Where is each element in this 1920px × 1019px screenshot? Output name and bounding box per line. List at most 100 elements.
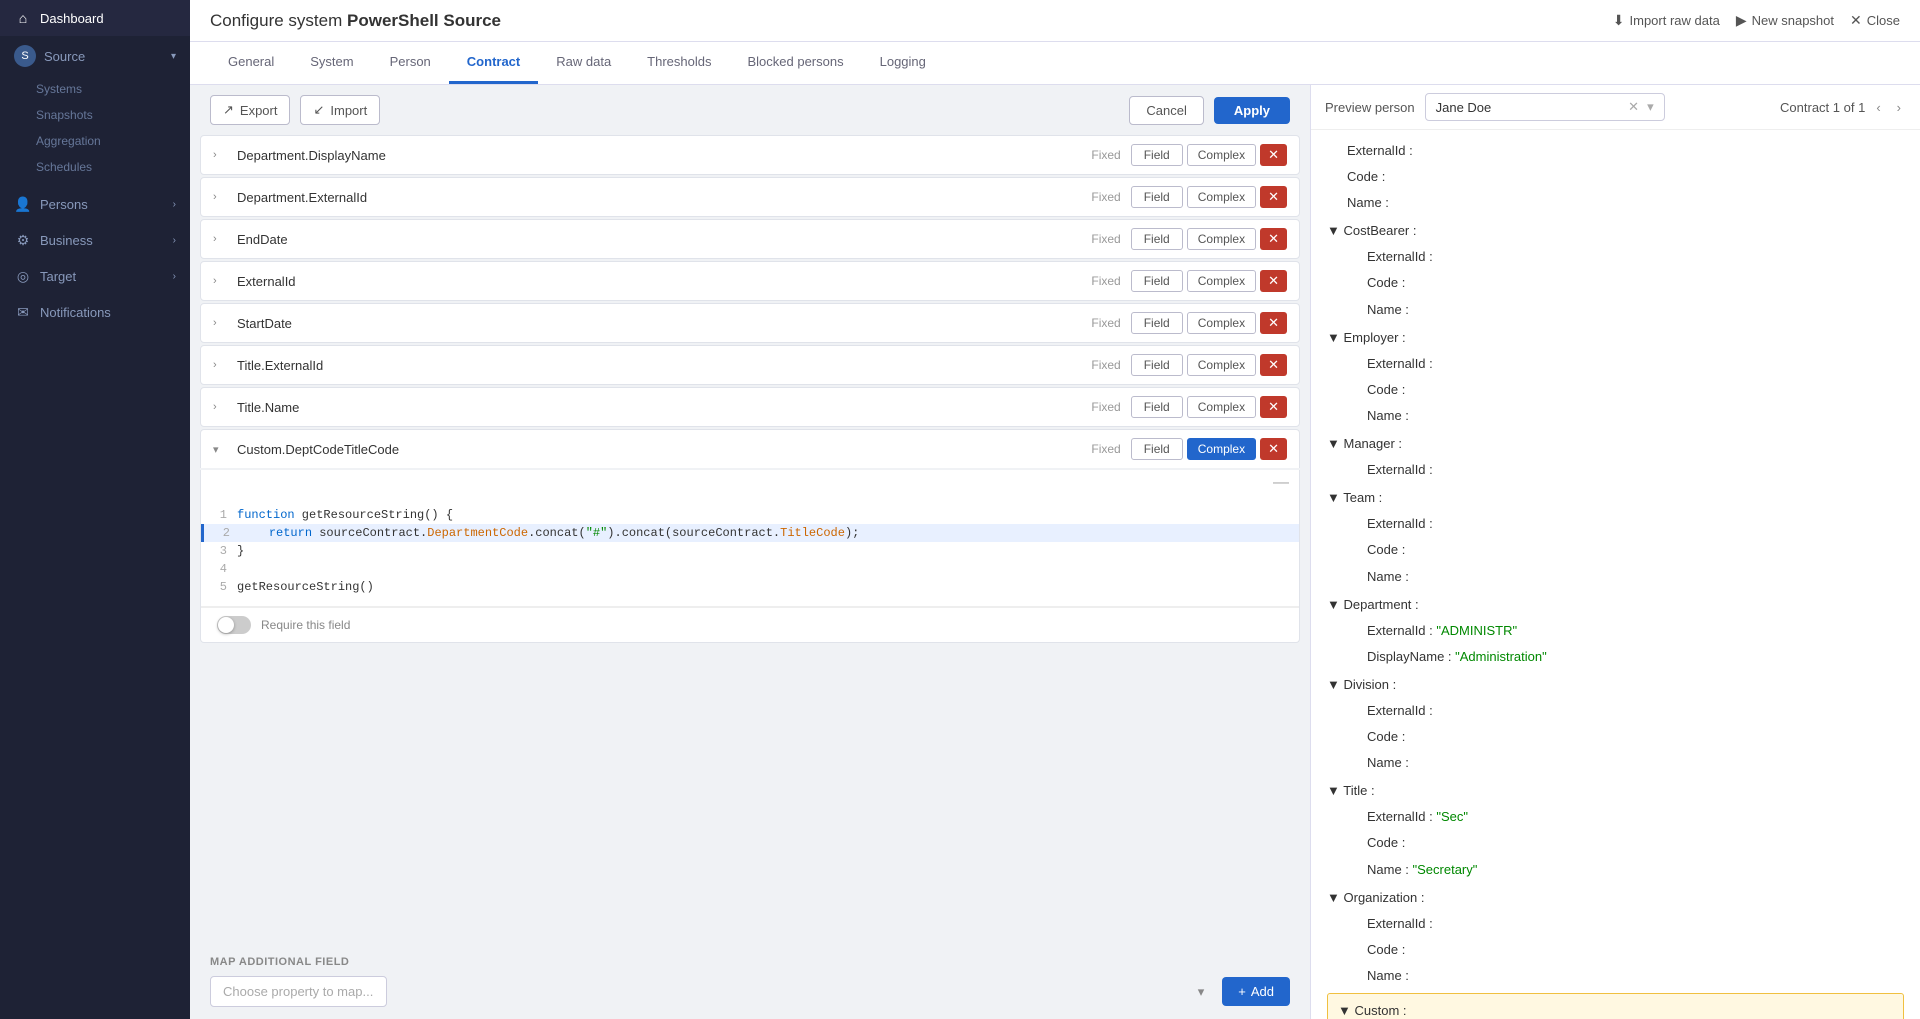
map-property-select[interactable]: Choose property to map... <box>210 976 387 1007</box>
import-raw-button[interactable]: ⬇ Import raw data <box>1613 12 1720 29</box>
btn-delete[interactable]: ✕ <box>1260 438 1287 460</box>
tree-toggle-icon: ▼ <box>1327 436 1340 451</box>
left-panel: ↗ Export ↙ Import Cancel Apply › Departm… <box>190 85 1310 1019</box>
sidebar-item-dashboard[interactable]: ⌂ Dashboard <box>0 0 190 36</box>
sidebar-item-source[interactable]: S Source ▾ <box>0 36 190 76</box>
preview-person-input[interactable]: Jane Doe ✕ ▾ <box>1425 93 1665 121</box>
chevron-icon: › <box>213 401 229 413</box>
home-icon: ⌂ <box>14 9 32 27</box>
code-line-2: 2 return sourceContract.DepartmentCode.c… <box>201 524 1299 542</box>
contract-prev-icon[interactable]: ‹ <box>1871 98 1885 117</box>
tree-toggle-icon: ▼ <box>1327 677 1340 692</box>
field-row-title-name[interactable]: › Title.Name Fixed Field Complex ✕ <box>200 387 1300 427</box>
tree-section-costbearer: ▼ CostBearer : ExternalId : Code : Name … <box>1327 218 1904 322</box>
btn-complex-active[interactable]: Complex <box>1187 438 1256 460</box>
tab-blocked[interactable]: Blocked persons <box>729 42 861 84</box>
tree-section-header[interactable]: ▼ Team : <box>1327 485 1904 511</box>
field-row-dept-externalid[interactable]: › Department.ExternalId Fixed Field Comp… <box>200 177 1300 217</box>
tree-section-department: ▼ Department : ExternalId : "ADMINISTR" … <box>1327 592 1904 670</box>
tab-person[interactable]: Person <box>372 42 449 84</box>
btn-complex[interactable]: Complex <box>1187 396 1256 418</box>
contract-next-icon[interactable]: › <box>1892 98 1906 117</box>
btn-complex[interactable]: Complex <box>1187 354 1256 376</box>
field-row-title-externalid[interactable]: › Title.ExternalId Fixed Field Complex ✕ <box>200 345 1300 385</box>
sidebar-item-target[interactable]: ◎ Target › <box>0 258 190 294</box>
btn-complex[interactable]: Complex <box>1187 312 1256 334</box>
tree-section-header[interactable]: ▼ Title : <box>1327 778 1904 804</box>
btn-field[interactable]: Field <box>1131 186 1183 208</box>
btn-delete[interactable]: ✕ <box>1260 312 1287 334</box>
code-editor[interactable]: 1 function getResourceString() { 2 retur… <box>201 496 1299 606</box>
tab-thresholds[interactable]: Thresholds <box>629 42 729 84</box>
btn-complex[interactable]: Complex <box>1187 270 1256 292</box>
export-button[interactable]: ↗ Export <box>210 95 290 125</box>
header-actions: ⬇ Import raw data ▶ New snapshot ✕ Close <box>1613 12 1900 29</box>
code-minimize-icon[interactable]: — <box>1273 474 1289 492</box>
tree-section-team: ▼ Team : ExternalId : Code : Name : <box>1327 485 1904 589</box>
tree-section-header[interactable]: ▼ Employer : <box>1327 325 1904 351</box>
btn-field[interactable]: Field <box>1131 396 1183 418</box>
btn-complex[interactable]: Complex <box>1187 186 1256 208</box>
sidebar-item-persons[interactable]: 👤 Persons › <box>0 186 190 222</box>
sidebar-item-notifications[interactable]: ✉ Notifications <box>0 294 190 330</box>
btn-field[interactable]: Field <box>1131 228 1183 250</box>
tab-general[interactable]: General <box>210 42 292 84</box>
tab-system[interactable]: System <box>292 42 371 84</box>
btn-delete[interactable]: ✕ <box>1260 144 1287 166</box>
chevron-down-icon: ▾ <box>213 443 229 456</box>
tree-section-header[interactable]: ▼ Manager : <box>1327 431 1904 457</box>
close-button[interactable]: ✕ Close <box>1850 12 1900 29</box>
btn-delete[interactable]: ✕ <box>1260 228 1287 250</box>
tree-row: Name : <box>1347 564 1904 590</box>
sidebar-sub-snapshots[interactable]: Snapshots <box>0 102 190 128</box>
preview-person-chevron-icon[interactable]: ▾ <box>1647 99 1654 115</box>
tree-row: ExternalId : <box>1347 698 1904 724</box>
main-panel: Configure system PowerShell Source ⬇ Imp… <box>190 0 1920 1019</box>
field-row-enddate[interactable]: › EndDate Fixed Field Complex ✕ <box>200 219 1300 259</box>
field-row-externalid[interactable]: › ExternalId Fixed Field Complex ✕ <box>200 261 1300 301</box>
tab-rawdata[interactable]: Raw data <box>538 42 629 84</box>
chevron-icon: › <box>213 149 229 161</box>
require-field-toggle[interactable] <box>217 616 251 634</box>
add-field-button[interactable]: + Add <box>1222 977 1290 1006</box>
btn-delete[interactable]: ✕ <box>1260 186 1287 208</box>
tree-section-header[interactable]: ▼ Department : <box>1327 592 1904 618</box>
map-select-wrap: Choose property to map... <box>210 976 1214 1007</box>
btn-field[interactable]: Field <box>1131 312 1183 334</box>
preview-person-clear-icon[interactable]: ✕ <box>1628 99 1639 115</box>
sidebar-dashboard-label: Dashboard <box>40 11 104 26</box>
sidebar-sub-aggregation[interactable]: Aggregation <box>0 128 190 154</box>
import-icon: ↙ <box>313 102 324 118</box>
btn-field[interactable]: Field <box>1131 438 1183 460</box>
field-row-dept-displayname[interactable]: › Department.DisplayName Fixed Field Com… <box>200 135 1300 175</box>
field-list: › Department.DisplayName Fixed Field Com… <box>190 135 1310 944</box>
sidebar-sub-systems[interactable]: Systems <box>0 76 190 102</box>
btn-field[interactable]: Field <box>1131 270 1183 292</box>
field-row-custom-depttitle[interactable]: ▾ Custom.DeptCodeTitleCode Fixed Field C… <box>200 429 1300 468</box>
export-icon: ↗ <box>223 102 234 118</box>
tree-section-header[interactable]: ▼ Organization : <box>1327 885 1904 911</box>
btn-delete[interactable]: ✕ <box>1260 270 1287 292</box>
apply-button[interactable]: Apply <box>1214 97 1290 124</box>
btn-complex[interactable]: Complex <box>1187 228 1256 250</box>
tree-row: ExternalId : <box>1347 244 1904 270</box>
btn-complex[interactable]: Complex <box>1187 144 1256 166</box>
sidebar-sub-schedules[interactable]: Schedules <box>0 154 190 180</box>
tree-section-header[interactable]: ▼ CostBearer : <box>1327 218 1904 244</box>
field-fixed: Fixed <box>1091 358 1120 372</box>
tree-section-header[interactable]: ▼ Custom : <box>1338 998 1893 1019</box>
field-row-startdate[interactable]: › StartDate Fixed Field Complex ✕ <box>200 303 1300 343</box>
btn-field[interactable]: Field <box>1131 144 1183 166</box>
tree-section-header[interactable]: ▼ Division : <box>1327 672 1904 698</box>
tree-row-displayname: DisplayName : "Administration" <box>1347 644 1904 670</box>
btn-delete[interactable]: ✕ <box>1260 354 1287 376</box>
tree-section-custom: ▼ Custom : DeptCodeTitleCode : "ADMINIST… <box>1327 993 1904 1019</box>
btn-delete[interactable]: ✕ <box>1260 396 1287 418</box>
sidebar-item-business[interactable]: ⚙ Business › <box>0 222 190 258</box>
tab-contract[interactable]: Contract <box>449 42 538 84</box>
import-button[interactable]: ↙ Import <box>300 95 380 125</box>
tab-logging[interactable]: Logging <box>862 42 944 84</box>
cancel-button[interactable]: Cancel <box>1129 96 1203 125</box>
btn-field[interactable]: Field <box>1131 354 1183 376</box>
new-snapshot-button[interactable]: ▶ New snapshot <box>1736 12 1834 29</box>
